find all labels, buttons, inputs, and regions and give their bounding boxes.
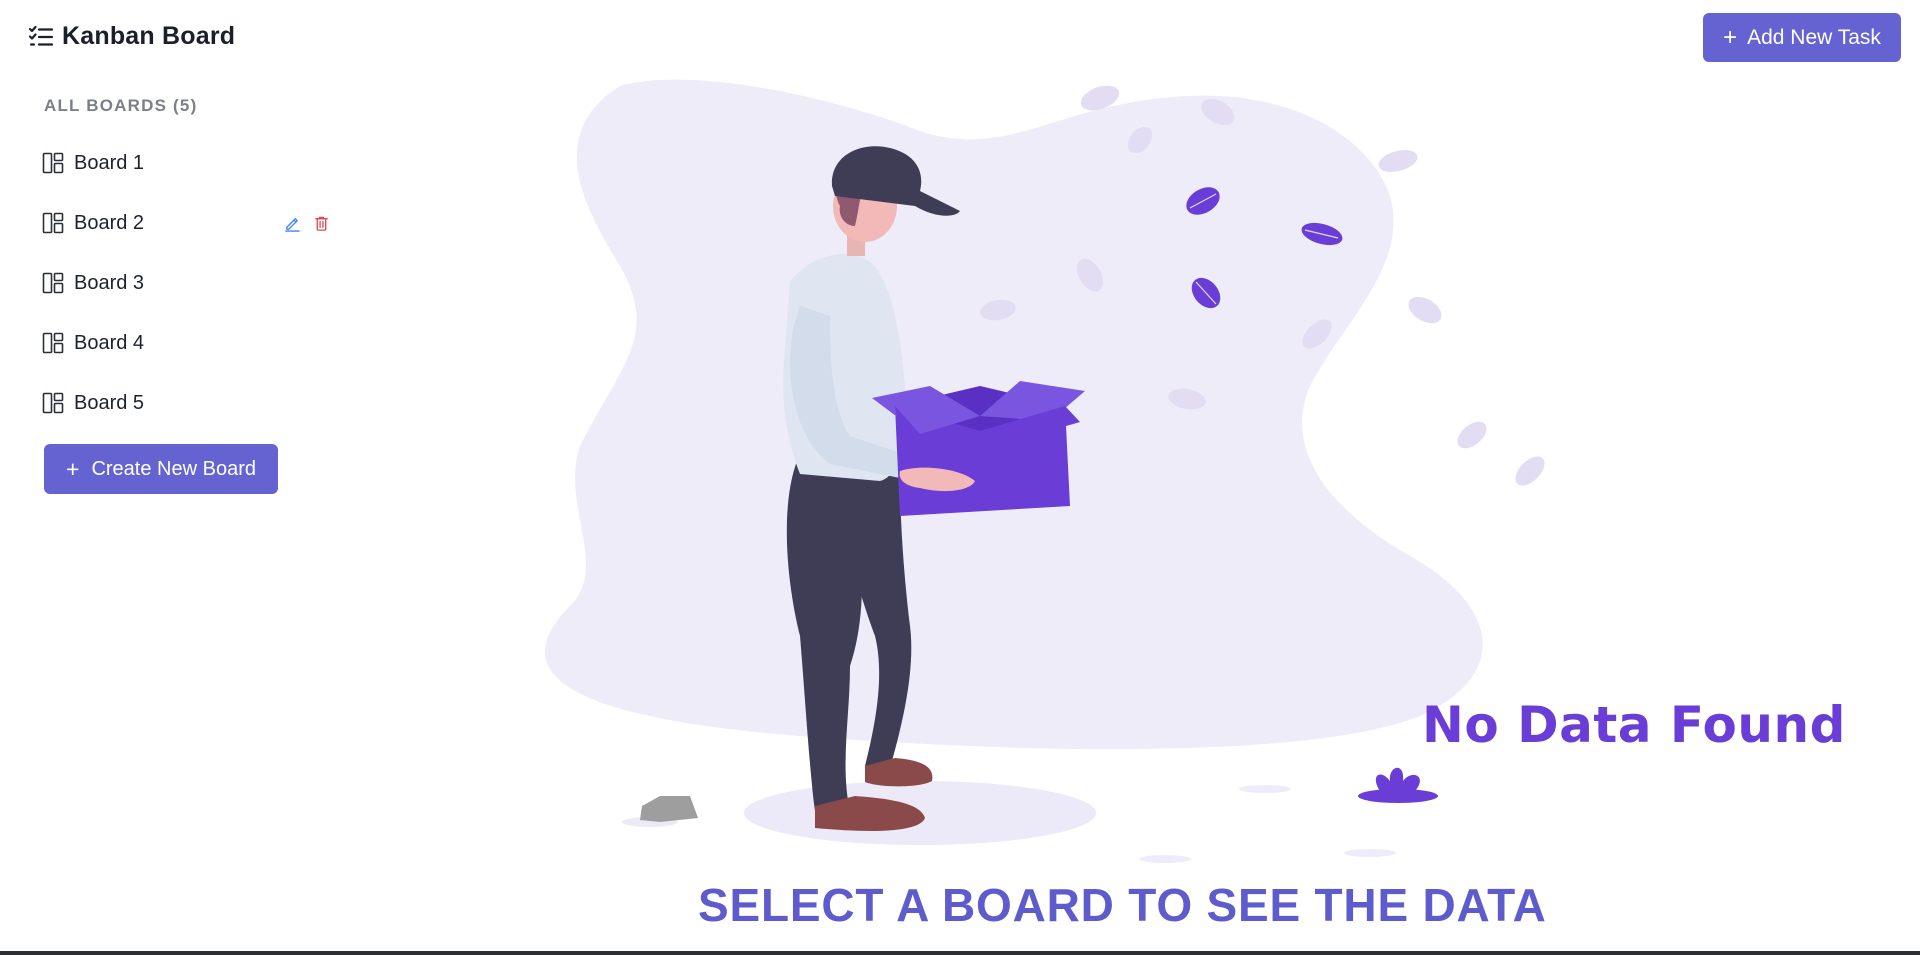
boards-heading: ALL BOARDS (5) (44, 96, 198, 115)
create-new-board-button[interactable]: + Create New Board (44, 444, 278, 494)
edit-icon[interactable] (284, 215, 301, 232)
sidebar-item-board-4[interactable]: Board 4 (42, 313, 342, 373)
board-label: Board 3 (74, 271, 145, 294)
checklist-icon (28, 24, 54, 50)
brand: Kanban Board (28, 22, 235, 51)
board-label: Board 2 (74, 211, 145, 234)
board-list: Board 1 Board 2 Board 3 Board 4 Board 5 (42, 133, 342, 433)
board-actions (284, 193, 330, 253)
create-new-board-label: Create New Board (91, 457, 256, 480)
main-content: No Data Found (360, 76, 1920, 955)
no-data-title: No Data Found (1422, 696, 1846, 754)
sidebar-item-board-3[interactable]: Board 3 (42, 253, 342, 313)
board-layout-icon (42, 212, 64, 234)
plus-icon: + (1723, 23, 1738, 51)
kanban-app: Kanban Board + Add New Task ALL BOARDS (… (0, 0, 1920, 955)
empty-state-message: SELECT A BOARD TO SEE THE DATA (698, 879, 1547, 931)
person-holding-box-illustration (544, 79, 1545, 863)
sidebar-item-board-5[interactable]: Board 5 (42, 373, 342, 433)
sidebar-item-board-2[interactable]: Board 2 (42, 193, 342, 253)
app-title: Kanban Board (62, 22, 236, 50)
sidebar: ALL BOARDS (5) Board 1 Board 2 Board 3 B… (0, 76, 360, 955)
add-new-task-button[interactable]: + Add New Task (1703, 13, 1901, 62)
board-label: Board 4 (74, 331, 145, 354)
header: Kanban Board + Add New Task (0, 0, 1920, 76)
board-layout-icon (42, 272, 64, 294)
board-layout-icon (42, 152, 64, 174)
add-new-task-label: Add New Task (1747, 25, 1881, 49)
board-label: Board 1 (74, 151, 145, 174)
delete-icon[interactable] (313, 215, 330, 232)
board-layout-icon (42, 392, 64, 414)
board-label: Board 5 (74, 391, 145, 414)
sidebar-item-board-1[interactable]: Board 1 (42, 133, 342, 193)
plus-icon: + (66, 455, 80, 482)
board-layout-icon (42, 332, 64, 354)
bottom-divider (0, 951, 1920, 955)
